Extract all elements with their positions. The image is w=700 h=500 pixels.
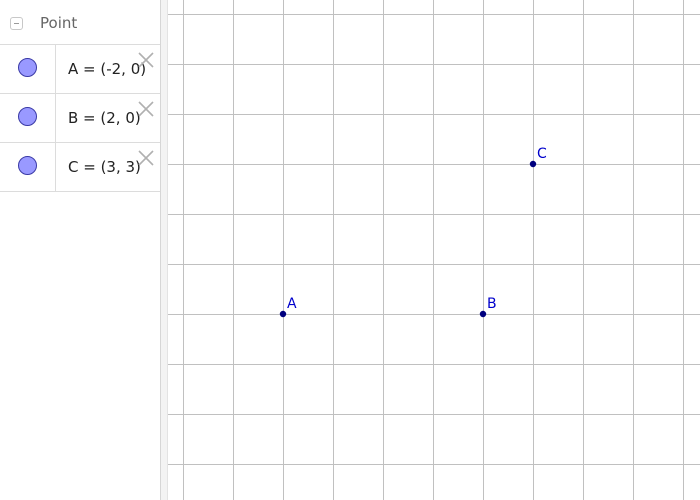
close-icon[interactable] [137,100,155,118]
visibility-toggle-icon[interactable] [18,156,37,175]
point-a[interactable] [279,310,287,318]
algebra-row-a[interactable]: A = (-2, 0) [0,45,160,94]
row-marker-cell [0,143,56,191]
geogebra-app: Point A = (-2, 0) B = (2, 0) C = (3, 3) … [0,0,700,500]
algebra-row-c[interactable]: C = (3, 3) [0,143,160,192]
graphics-view[interactable]: A B C [168,0,700,500]
point-label-c[interactable]: C [537,146,547,162]
close-icon[interactable] [137,149,155,167]
algebra-row-b[interactable]: B = (2, 0) [0,94,160,143]
point-b[interactable] [479,310,487,318]
algebra-row-text[interactable]: A = (-2, 0) [68,60,146,78]
visibility-toggle-icon[interactable] [18,58,37,77]
row-marker-cell [0,45,56,93]
close-icon[interactable] [137,51,155,69]
collapse-toggle-icon[interactable] [10,17,23,30]
visibility-toggle-icon[interactable] [18,107,37,126]
panel-resize-handle[interactable] [161,0,168,500]
group-title: Point [40,14,78,32]
point-c[interactable] [529,160,537,168]
row-marker-cell [0,94,56,142]
points-layer: A B C [279,146,547,318]
algebra-panel: Point A = (-2, 0) B = (2, 0) C = (3, 3) [0,0,160,500]
algebra-row-text[interactable]: B = (2, 0) [68,109,141,127]
graphics-canvas[interactable]: A B C [168,0,700,500]
algebra-row-text[interactable]: C = (3, 3) [68,158,141,176]
grid [168,0,700,500]
point-label-b[interactable]: B [487,296,497,312]
point-group-header[interactable]: Point [0,0,160,45]
point-label-a[interactable]: A [287,296,297,312]
